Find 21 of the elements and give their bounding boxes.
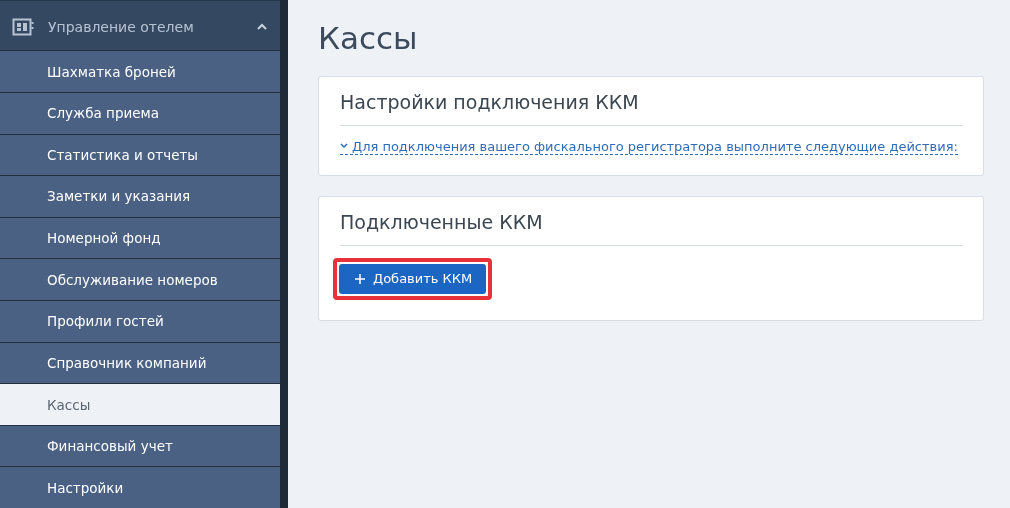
- sidebar-item[interactable]: Настройки: [0, 466, 280, 508]
- sidebar-item[interactable]: Обслуживание номеров: [0, 258, 280, 300]
- card-title: Настройки подключения ККМ: [340, 91, 963, 126]
- chevron-icon: [256, 23, 268, 32]
- sidebar-item[interactable]: Номерной фонд: [0, 216, 280, 259]
- calendar-icon: [12, 18, 34, 37]
- sidebar-item[interactable]: Кассы: [0, 383, 280, 425]
- add-button[interactable]: Добавить ККМ: [339, 263, 487, 294]
- card-title: Подключенные ККМ: [340, 210, 963, 246]
- sidebar-item[interactable]: Справочник компаний: [0, 341, 280, 384]
- sidebar-item[interactable]: Профили гостей: [0, 300, 280, 342]
- sidebar-item[interactable]: Статистика и отчеты: [0, 133, 280, 176]
- sidebar-item[interactable]: Заметки и указания: [0, 175, 280, 217]
- sidebar-item[interactable]: Финансовый учет: [0, 424, 280, 467]
- instructions-link[interactable]: Для подключения вашего фискального регистратора выполните следующие действия:: [340, 138, 958, 155]
- scrollbar[interactable]: [280, 0, 288, 508]
- sidebar-item[interactable]: Служба приема: [0, 91, 280, 134]
- chevron-icon: [340, 143, 348, 149]
- page-title: Кассы: [318, 20, 419, 56]
- plus-icon: [355, 273, 365, 284]
- sidebar-item[interactable]: Шахматка броней: [0, 50, 280, 92]
